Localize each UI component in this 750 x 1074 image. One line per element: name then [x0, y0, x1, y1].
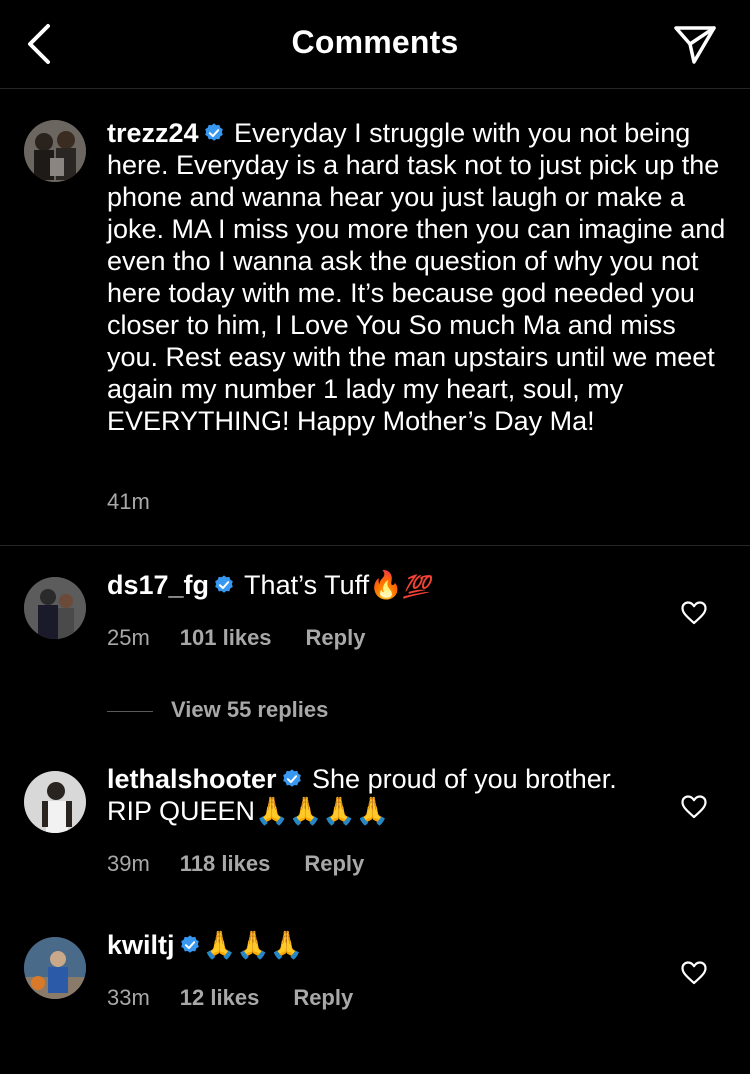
heart-outline-icon[interactable] — [681, 795, 707, 819]
fire-icon: 🔥 — [369, 570, 403, 601]
folded-hands-icon: 🙏🙏🙏🙏 — [255, 796, 390, 827]
verified-badge-icon — [204, 123, 223, 141]
heart-outline-icon[interactable] — [681, 961, 707, 985]
comment-body: ds17_fg That’s Tuff🔥💯 — [107, 569, 667, 604]
hundred-points-icon: 💯 — [402, 575, 431, 600]
divider — [107, 710, 153, 712]
username-link[interactable]: trezz24 — [107, 118, 199, 148]
avatar[interactable] — [24, 120, 86, 182]
comment-text: That’s Tuff — [237, 570, 370, 600]
verified-badge-icon — [282, 769, 301, 787]
share-button[interactable] — [672, 22, 718, 66]
verified-badge-icon — [215, 575, 233, 593]
comment-meta: 39m 118 likes Reply — [107, 851, 364, 877]
view-replies-label: View 55 replies — [171, 697, 329, 722]
view-replies-button[interactable]: View 55 replies — [107, 697, 328, 723]
folded-hands-icon: 🙏🙏🙏 — [202, 930, 304, 961]
comment-body: lethalshooter She proud of you brother. … — [107, 763, 667, 828]
caption-text: Everyday I struggle with you not being h… — [107, 118, 726, 436]
avatar[interactable] — [24, 771, 86, 833]
comment-meta: 33m 12 likes Reply — [107, 985, 353, 1011]
caption-body: trezz24 Everyday I struggle with you not… — [107, 117, 727, 437]
comment-timestamp: 33m — [107, 985, 150, 1010]
avatar[interactable] — [24, 937, 86, 999]
comment-timestamp: 39m — [107, 851, 150, 876]
comment-meta: 25m 101 likes Reply — [107, 625, 365, 651]
post-caption: trezz24 Everyday I struggle with you not… — [0, 89, 750, 546]
username-link[interactable]: ds17_fg — [107, 570, 209, 600]
verified-badge-icon — [180, 935, 199, 953]
comment-body: kwiltj 🙏🙏🙏 — [107, 929, 667, 962]
page-title: Comments — [291, 24, 459, 60]
heart-outline-icon[interactable] — [681, 601, 707, 625]
reply-button[interactable]: Reply — [304, 851, 364, 877]
likes-count[interactable]: 101 likes — [180, 625, 272, 651]
username-link[interactable]: kwiltj — [107, 930, 175, 960]
username-link[interactable]: lethalshooter — [107, 764, 277, 794]
likes-count[interactable]: 118 likes — [180, 851, 271, 877]
reply-button[interactable]: Reply — [306, 625, 366, 651]
avatar[interactable] — [24, 577, 86, 639]
paper-plane-icon — [674, 26, 716, 64]
top-nav-bar: Comments — [0, 0, 750, 89]
comment-timestamp: 25m — [107, 625, 150, 650]
caption-timestamp: 41m — [107, 489, 150, 514]
reply-button[interactable]: Reply — [293, 985, 353, 1011]
likes-count[interactable]: 12 likes — [180, 985, 260, 1011]
